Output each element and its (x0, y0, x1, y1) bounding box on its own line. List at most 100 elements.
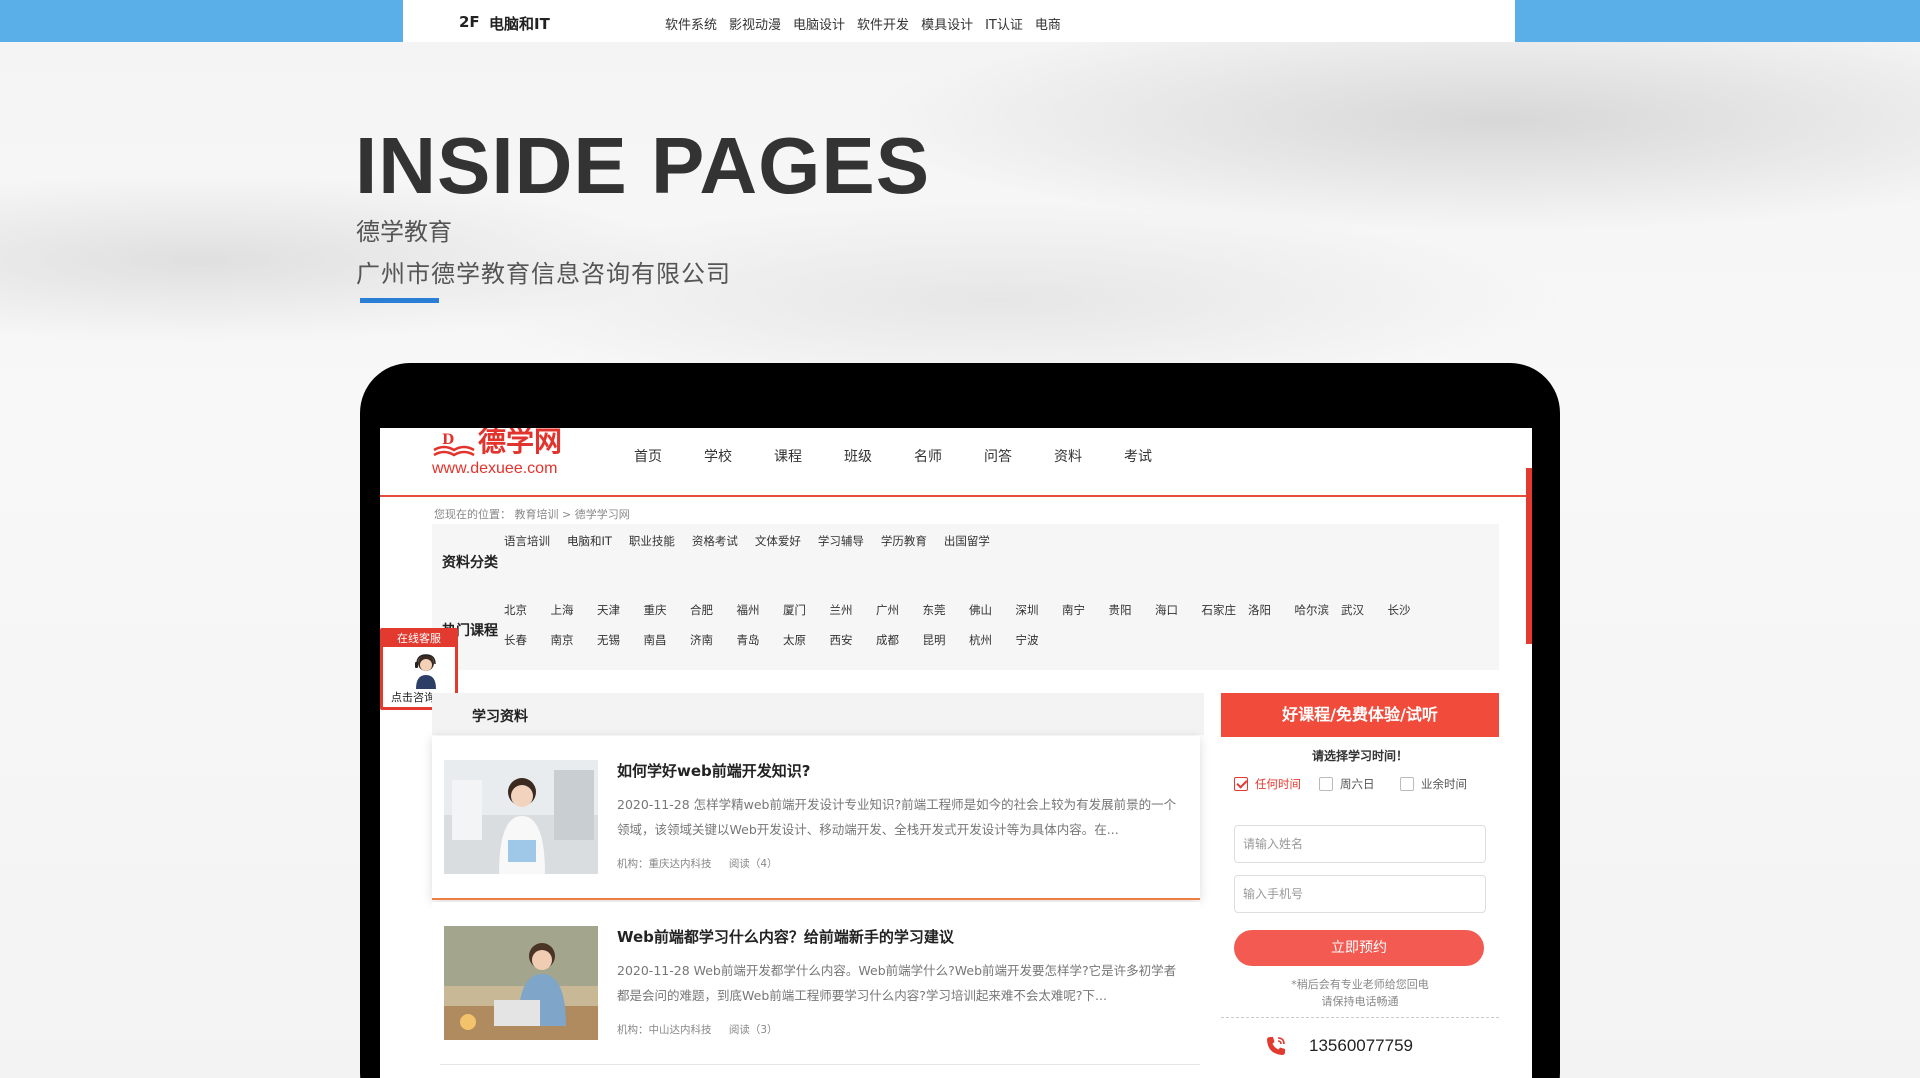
header-divider (380, 495, 1532, 497)
article-item[interactable]: 如何学好web前端开发知识? 2020-11-28 怎样学精web前端开发设计专… (432, 736, 1200, 900)
breadcrumb: 您现在的位置： 教育培训 > 德学学习网 (434, 508, 630, 521)
site-nav-item[interactable]: 名师 (914, 446, 984, 466)
category-link[interactable]: 文体爱好 (755, 526, 801, 556)
article-divider (440, 1064, 1200, 1065)
site-nav-item[interactable]: 班级 (844, 446, 914, 466)
svg-text:D: D (442, 432, 454, 448)
top-nav-link[interactable]: 影视动漫 (729, 14, 781, 33)
city-link[interactable]: 哈尔滨 (1295, 595, 1342, 625)
city-link[interactable]: 福州 (737, 595, 784, 625)
city-link[interactable]: 兰州 (830, 595, 877, 625)
article-org: 机构：中山达内科技 (617, 1024, 712, 1036)
article-title[interactable]: 如何学好web前端开发知识? (617, 760, 810, 781)
city-link[interactable]: 洛阳 (1248, 595, 1295, 625)
category-link[interactable]: 学历教育 (881, 526, 927, 556)
name-input[interactable] (1234, 825, 1486, 863)
city-link[interactable]: 北京 (504, 595, 551, 625)
article-meta: 机构：中山达内科技 阅读（3） (617, 1022, 792, 1037)
city-link[interactable]: 广州 (876, 595, 923, 625)
top-nav-link[interactable]: 电商 (1035, 14, 1061, 33)
category-link[interactable]: 语言培训 (504, 526, 550, 556)
city-link[interactable]: 武汉 (1341, 595, 1388, 625)
consult-button[interactable]: 点击咨询 (391, 689, 435, 705)
category-list: 语言培训 电脑和IT 职业技能 资格考试 文体爱好 学习辅导 学历教育 出国留学 (504, 526, 1484, 556)
city-link[interactable]: 无锡 (597, 625, 644, 655)
city-link[interactable]: 长沙 (1388, 595, 1435, 625)
site-nav: 首页 学校 课程 班级 名师 问答 资料 考试 (634, 446, 1194, 466)
city-link[interactable]: 天津 (597, 595, 644, 625)
city-link[interactable]: 南宁 (1062, 595, 1109, 625)
booking-heading: 好课程/免费体验/试听 (1221, 693, 1499, 737)
site-nav-item[interactable]: 学校 (704, 446, 774, 466)
site-nav-item[interactable]: 资料 (1054, 446, 1124, 466)
city-link[interactable]: 东莞 (923, 595, 970, 625)
top-nav-link[interactable]: IT认证 (985, 14, 1023, 33)
city-link[interactable]: 贵阳 (1109, 595, 1156, 625)
hotline-number[interactable]: 13560077759 (1309, 1036, 1413, 1056)
callback-note: *稍后会有专业老师给您回电 (1291, 978, 1429, 991)
article-description: 2020-11-28 Web前端开发都学什么内容。Web前端学什么?Web前端开… (617, 963, 1177, 1003)
category-link[interactable]: 资格考试 (692, 526, 738, 556)
logo-url: www.dexuee.com (432, 460, 558, 477)
city-link[interactable]: 太原 (783, 625, 830, 655)
category-link[interactable]: 电脑和IT (567, 526, 612, 556)
support-agent-icon (415, 654, 436, 689)
city-link[interactable]: 宁波 (1016, 625, 1063, 655)
city-link[interactable]: 佛山 (969, 595, 1016, 625)
time-option-any[interactable]: 任何时间 (1234, 776, 1301, 792)
city-link[interactable]: 成都 (876, 625, 923, 655)
city-link[interactable]: 石家庄 (1202, 595, 1249, 625)
city-link[interactable]: 海口 (1155, 595, 1202, 625)
floor-title: 电脑和IT (489, 15, 550, 33)
site-nav-item[interactable]: 问答 (984, 446, 1054, 466)
category-label: 资料分类 (442, 555, 498, 571)
callback-note-2: 请保持电话畅通 (1321, 995, 1399, 1008)
top-nav-link[interactable]: 软件系统 (665, 14, 717, 33)
city-link[interactable]: 深圳 (1016, 595, 1063, 625)
city-link[interactable]: 上海 (551, 595, 598, 625)
top-bar: 2F 电脑和IT 软件系统 影视动漫 电脑设计 软件开发 模具设计 IT认证 电… (0, 0, 1920, 42)
article-item[interactable]: Web前端都学习什么内容？给前端新手的学习建议 2020-11-28 Web前端… (432, 902, 1200, 1066)
city-link[interactable]: 西安 (830, 625, 877, 655)
city-link[interactable]: 南昌 (644, 625, 691, 655)
materials-section-header: 学习资料 (432, 693, 1204, 735)
category-link[interactable]: 出国留学 (944, 526, 990, 556)
city-link[interactable]: 济南 (690, 625, 737, 655)
city-link[interactable]: 重庆 (644, 595, 691, 625)
submit-booking-button[interactable]: 立即预约 (1234, 930, 1484, 966)
city-link[interactable]: 长春 (504, 625, 551, 655)
book-logo-icon: D (433, 432, 475, 457)
city-link[interactable]: 南京 (551, 625, 598, 655)
time-option-spare[interactable]: 业余时间 (1400, 776, 1467, 792)
hero-accent-bar (360, 298, 439, 303)
site-nav-item[interactable]: 首页 (634, 446, 704, 466)
category-link[interactable]: 学习辅导 (818, 526, 864, 556)
city-list-row2: 长春 南京 无锡 南昌 济南 青岛 太原 西安 成都 昆明 杭州 宁波 (504, 625, 1494, 655)
article-title[interactable]: Web前端都学习什么内容？给前端新手的学习建议 (617, 926, 954, 947)
site-nav-item[interactable]: 考试 (1124, 446, 1194, 466)
city-link[interactable]: 杭州 (969, 625, 1016, 655)
article-description: 2020-11-28 怎样学精web前端开发设计专业知识?前端工程师是如今的社会… (617, 797, 1177, 837)
phone-icon (1267, 1037, 1285, 1055)
city-link[interactable]: 合肥 (690, 595, 737, 625)
checkbox-checked-icon[interactable] (1234, 777, 1248, 791)
phone-input[interactable] (1234, 875, 1486, 913)
hero-title: INSIDE PAGES (355, 121, 931, 210)
site-nav-item[interactable]: 课程 (774, 446, 844, 466)
checkbox-icon[interactable] (1400, 777, 1414, 791)
top-nav-link[interactable]: 电脑设计 (793, 14, 845, 33)
city-list: 北京 上海 天津 重庆 合肥 福州 厦门 兰州 广州 东莞 佛山 深圳 南宁 贵… (504, 595, 1494, 625)
top-nav-link[interactable]: 模具设计 (921, 14, 973, 33)
checkbox-icon[interactable] (1319, 777, 1333, 791)
city-link[interactable]: 青岛 (737, 625, 784, 655)
side-float-strip[interactable] (1526, 468, 1532, 644)
time-option-weekend[interactable]: 周六日 (1319, 776, 1375, 792)
city-link[interactable]: 厦门 (783, 595, 830, 625)
article-org: 机构：重庆达内科技 (617, 858, 712, 870)
city-link[interactable]: 昆明 (923, 625, 970, 655)
top-nav-link[interactable]: 软件开发 (857, 14, 909, 33)
hero-company: 广州市德学教育信息咨询有限公司 (356, 260, 731, 288)
category-link[interactable]: 职业技能 (629, 526, 675, 556)
time-option-label: 业余时间 (1421, 777, 1467, 791)
time-option-label: 任何时间 (1255, 777, 1301, 791)
